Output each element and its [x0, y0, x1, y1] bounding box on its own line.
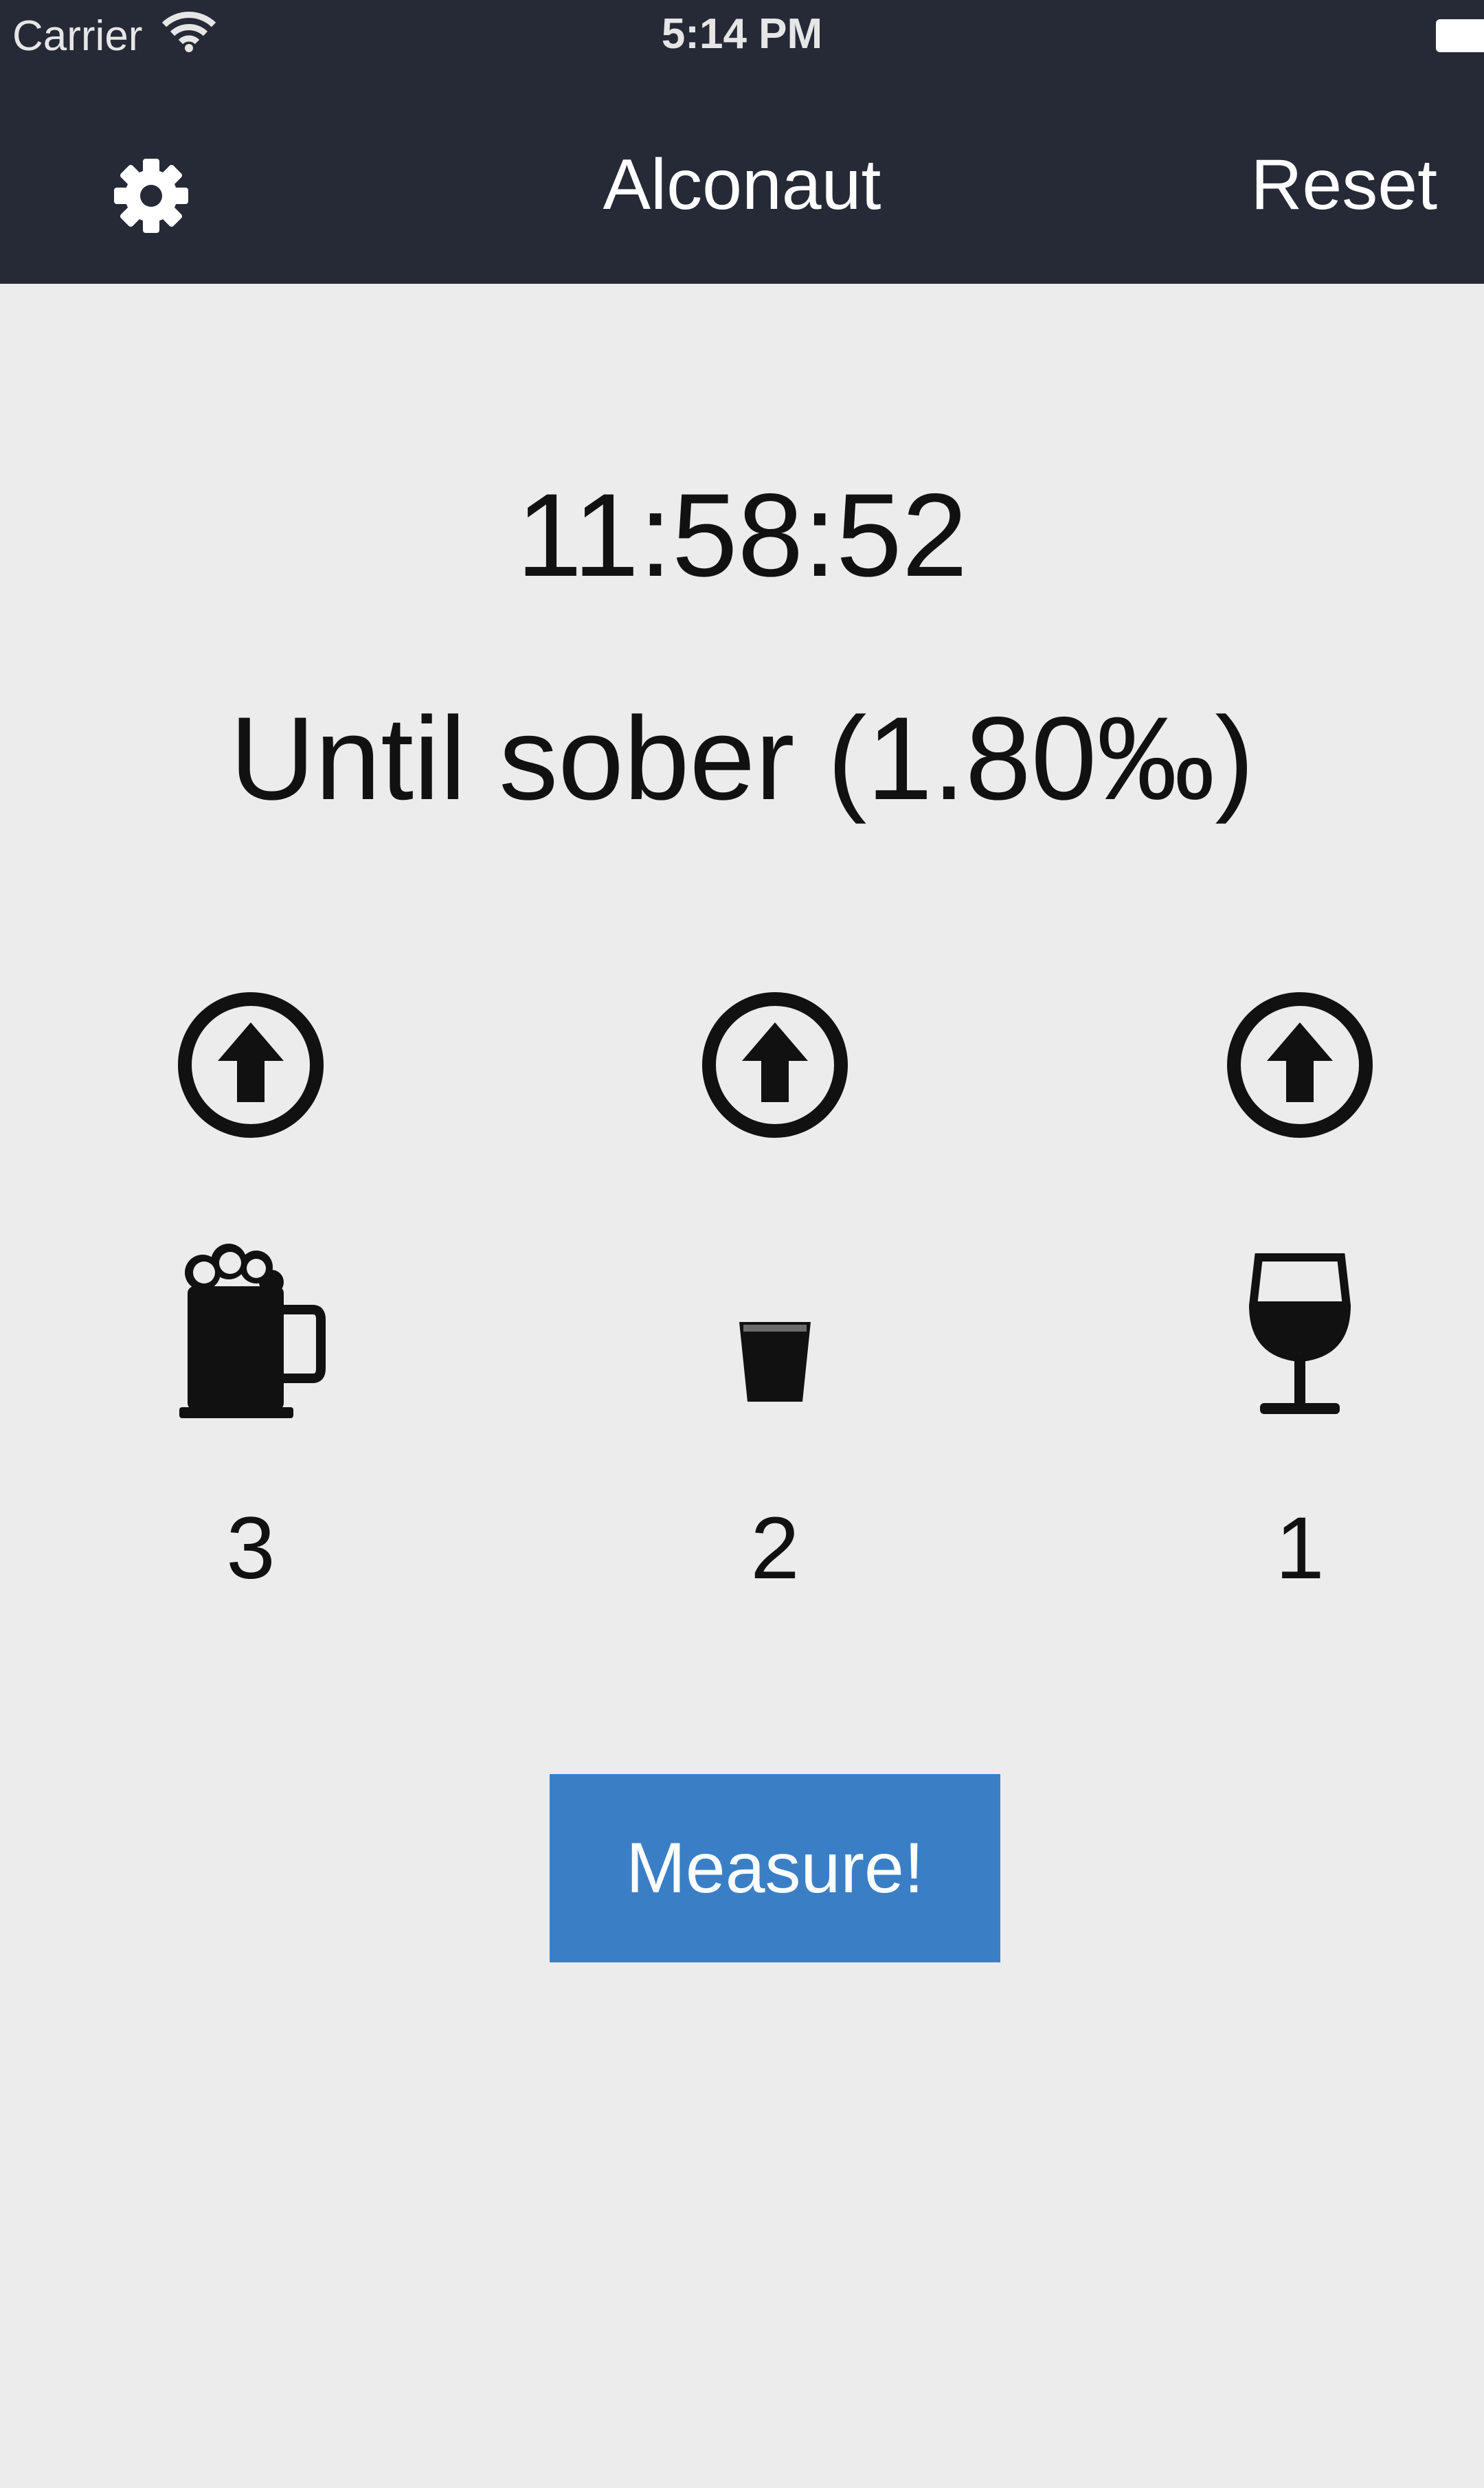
drink-column-beer: 3: [113, 989, 388, 1608]
arrow-up-circle-icon: [702, 992, 848, 1138]
add-beer-button[interactable]: [175, 989, 326, 1141]
add-wine-button[interactable]: [1224, 989, 1375, 1141]
top-bar: Carrier 5:14 PM Alconaut Reset: [0, 0, 1484, 284]
beer-mug-icon: [113, 1216, 388, 1422]
beer-count: 3: [226, 1499, 276, 1598]
measure-button[interactable]: Measure!: [550, 1774, 1000, 1962]
drink-column-wine: 1: [1162, 989, 1437, 1608]
arrow-up-circle-icon: [1227, 992, 1373, 1138]
status-time: 5:14 PM: [661, 10, 823, 58]
sober-timer: 11:58:52: [516, 469, 968, 601]
sober-status-text: Until sober (1.80‰): [229, 693, 1255, 825]
reset-button[interactable]: Reset: [1250, 144, 1437, 226]
battery-icon: [1436, 19, 1484, 52]
drink-column-shot: 2: [638, 989, 912, 1608]
shot-glass-icon: [638, 1216, 912, 1422]
shot-count: 2: [750, 1499, 800, 1598]
wine-glass-icon: [1162, 1216, 1437, 1422]
arrow-up-circle-icon: [178, 992, 324, 1138]
wine-count: 1: [1275, 1499, 1325, 1598]
add-shot-button[interactable]: [699, 989, 851, 1141]
